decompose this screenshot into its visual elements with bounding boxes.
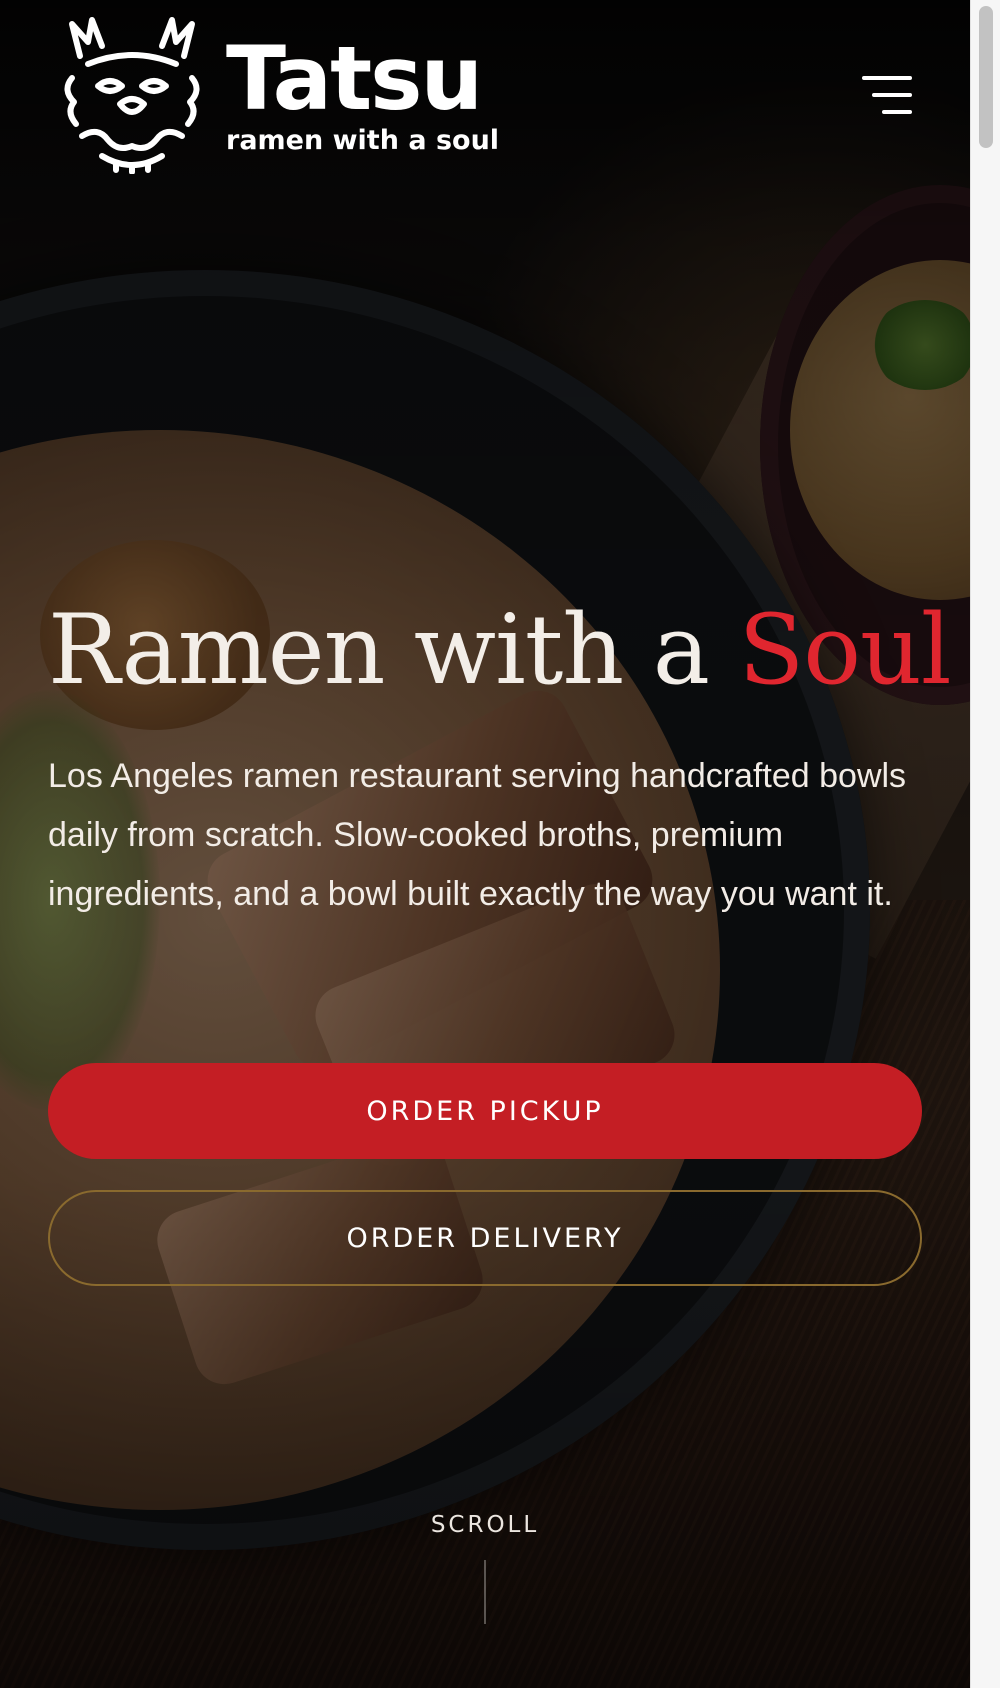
order-delivery-button[interactable]: ORDER DELIVERY [48,1190,922,1286]
hero-section: Tatsu ramen with a soul Ramen with a Sou… [0,0,970,1688]
page-scrollbar[interactable] [970,0,1000,1688]
scroll-indicator-label: SCROLL [430,1512,540,1538]
hamburger-menu-icon [872,93,912,97]
scroll-indicator-line [484,1560,486,1624]
brand-name: Tatsu [226,27,483,130]
logo-link[interactable]: Tatsu ramen with a soul [58,16,499,174]
brand: Tatsu ramen with a soul [226,27,500,157]
hero-title: Ramen with a Soul [48,590,952,710]
dragon-logo-icon [64,17,200,174]
site-header: Tatsu ramen with a soul [0,0,970,190]
hamburger-menu-icon [862,76,912,80]
hero-title-main: Ramen with a [48,594,739,706]
hamburger-menu-button[interactable] [862,74,912,116]
scrollbar-thumb[interactable] [979,6,993,148]
brand-tagline: ramen with a soul [226,125,500,156]
hero-title-accent: Soul [738,594,951,706]
hamburger-menu-icon [882,110,912,114]
order-pickup-button[interactable]: ORDER PICKUP [48,1063,922,1159]
hero-description: Los Angeles ramen restaurant serving han… [48,757,907,913]
